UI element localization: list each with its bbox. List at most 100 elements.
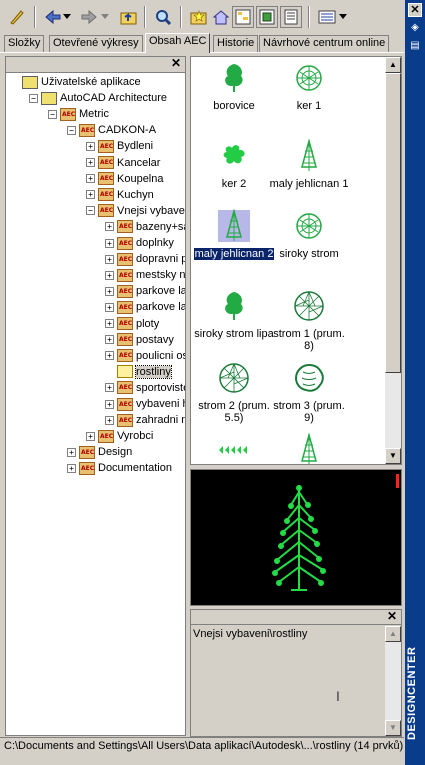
preview-toggle-icon[interactable] (256, 6, 278, 28)
expand-icon[interactable]: + (67, 463, 76, 473)
content-item-label: maly jehlicnan 1 (269, 178, 349, 190)
content-item[interactable]: ker 2 (194, 140, 274, 190)
tree-node[interactable]: − Metric (48, 106, 109, 122)
content-item[interactable]: siroky strom (269, 210, 349, 260)
collapse-icon[interactable]: − (67, 125, 76, 135)
forward-dropdown-icon[interactable] (100, 6, 110, 28)
content-item[interactable]: maly jehlicnan 2 (194, 209, 274, 260)
tree-node-label: ploty (136, 317, 160, 330)
content-item[interactable]: strom 3 (prum. 9) (269, 362, 349, 424)
tree-node[interactable]: + bazeny+saur (105, 219, 185, 235)
description-toggle-icon[interactable] (280, 6, 302, 28)
tree-node[interactable]: + Kuchyn (86, 187, 154, 203)
content-item[interactable]: strom 1 (prum. 8) (269, 290, 349, 352)
tree-node[interactable]: Uživatelské aplikace (10, 74, 141, 90)
close-tree-icon[interactable]: ✕ (170, 57, 182, 70)
description-scrollbar[interactable]: ▲ ▼ (385, 626, 401, 736)
expand-icon[interactable]: + (105, 302, 114, 312)
expand-icon[interactable]: + (86, 174, 95, 184)
tree-node[interactable]: + zahradni nab (105, 412, 185, 428)
load-icon[interactable] (6, 6, 28, 28)
aec-folder-icon (117, 236, 133, 250)
expand-icon[interactable]: + (86, 141, 95, 151)
tree-node[interactable]: + ploty (105, 316, 159, 332)
tree-node[interactable]: + Vyrobci (86, 428, 153, 444)
tree-node[interactable]: + parkove lamp (105, 283, 185, 299)
expand-icon[interactable]: + (105, 415, 114, 425)
expand-icon[interactable]: + (105, 270, 114, 280)
expand-icon[interactable]: + (86, 158, 95, 167)
expand-icon[interactable]: + (105, 254, 114, 264)
close-description-icon[interactable]: ✕ (386, 610, 398, 623)
tab-bar: Složky Otevřené výkresy Obsah AEC Histor… (0, 33, 404, 53)
search-icon[interactable] (152, 6, 174, 28)
tree-node[interactable]: + Koupelna (86, 171, 164, 187)
tab-otevrene-vykresy[interactable]: Otevřené výkresy (49, 35, 143, 52)
favorites-icon[interactable] (188, 6, 210, 28)
properties-icon[interactable]: ▤ (408, 40, 422, 54)
tree-toggle-icon[interactable] (232, 6, 254, 28)
scroll-down-icon[interactable]: ▼ (385, 448, 401, 464)
expand-icon[interactable]: + (105, 383, 114, 393)
tree-node[interactable]: + sportoviste (105, 380, 185, 396)
scroll-up-icon[interactable]: ▲ (385, 57, 401, 73)
content-item[interactable]: ker 1 (269, 62, 349, 112)
designcenter-sidebar[interactable]: ✕ ◈ ▤ DESIGNCENTER (405, 0, 425, 765)
expand-icon[interactable]: + (67, 447, 76, 457)
open-folder-icon (117, 365, 133, 379)
expand-icon[interactable]: + (86, 190, 95, 200)
tree-node[interactable]: + Documentation (67, 460, 172, 476)
expand-icon[interactable]: + (105, 399, 114, 409)
status-bar: C:\Documents and Settings\All Users\Data… (0, 737, 404, 757)
expand-icon[interactable]: + (105, 238, 114, 248)
tab-navrhove-centrum-online[interactable]: Návrhové centrum online (259, 35, 390, 52)
expand-icon[interactable]: + (105, 335, 114, 345)
back-dropdown-icon[interactable] (62, 6, 72, 28)
tree-node[interactable]: + Design (67, 444, 132, 460)
views-dropdown-icon[interactable] (338, 6, 348, 28)
tree-node[interactable]: + mestsky nabo (105, 267, 185, 283)
tab-slozky[interactable]: Složky (4, 35, 45, 52)
back-icon[interactable] (42, 6, 64, 28)
expand-icon[interactable]: + (105, 319, 114, 328)
desc-scroll-up-icon[interactable]: ▲ (385, 626, 401, 642)
autohide-icon[interactable]: ◈ (408, 22, 422, 36)
tree-node[interactable]: + poulicni osve (105, 348, 185, 364)
tree-node[interactable]: rostliny (105, 364, 172, 380)
views-icon[interactable] (316, 6, 338, 28)
expand-icon[interactable]: + (105, 286, 114, 296)
content-item[interactable] (269, 433, 349, 464)
content-item[interactable] (194, 434, 274, 464)
tree-node[interactable]: + postavy (105, 332, 174, 348)
content-item[interactable]: borovice (194, 62, 274, 112)
up-folder-icon[interactable] (118, 6, 140, 28)
tree-node[interactable]: + Bydleni (86, 138, 153, 154)
expand-icon[interactable]: + (86, 431, 95, 441)
tab-historie[interactable]: Historie (213, 35, 259, 52)
tree-node-label: rostliny (135, 364, 172, 379)
desc-scroll-down-icon[interactable]: ▼ (385, 720, 401, 736)
tree-node[interactable]: + Kancelar (86, 155, 160, 171)
tab-obsah-aec[interactable]: Obsah AEC (145, 33, 211, 53)
expand-icon[interactable]: + (105, 351, 114, 361)
forward-icon[interactable] (78, 6, 100, 28)
home-icon[interactable] (210, 6, 232, 28)
tree-node[interactable]: + vybaveni hris (105, 396, 185, 412)
content-item[interactable]: siroky strom lipa (194, 290, 274, 340)
tree-node[interactable]: − CADKON-A (67, 122, 156, 138)
tree-node[interactable]: + parkove lamp (105, 299, 185, 315)
tree-plan-icon (269, 290, 349, 322)
tree-node[interactable]: + doplnky (105, 235, 174, 251)
collapse-icon[interactable]: − (29, 93, 38, 103)
close-palette-icon[interactable]: ✕ (408, 3, 422, 17)
expand-icon[interactable]: + (105, 222, 114, 232)
tree-node[interactable]: − AutoCAD Architecture (29, 90, 167, 106)
content-scrollbar[interactable]: ▲ ▼ (385, 57, 401, 464)
scroll-thumb[interactable] (385, 73, 401, 373)
content-item[interactable]: strom 2 (prum. 5.5) (194, 362, 274, 424)
content-item[interactable]: maly jehlicnan 1 (269, 139, 349, 190)
collapse-icon[interactable]: − (86, 206, 95, 216)
collapse-icon[interactable]: − (48, 109, 57, 119)
tree-node[interactable]: + dopravni pros (105, 251, 185, 267)
tree-node[interactable]: − Vnejsi vybaveni (86, 203, 185, 219)
